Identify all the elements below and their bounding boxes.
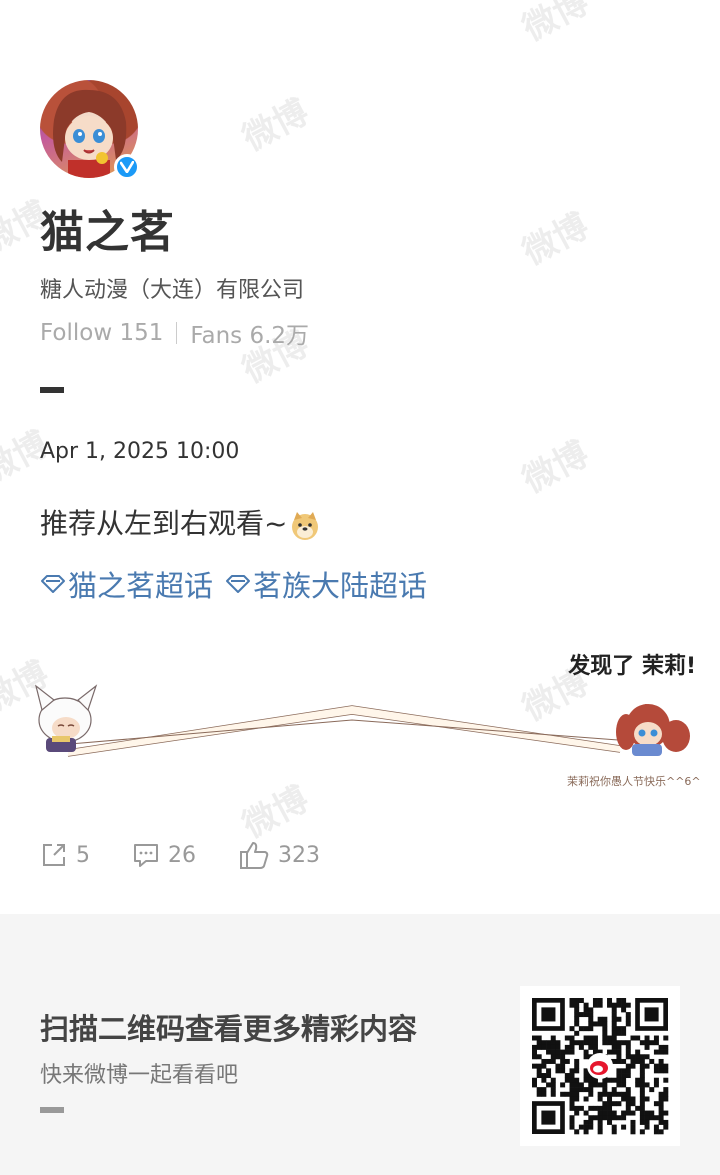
repost-count: 5 <box>76 842 90 868</box>
repost-button[interactable]: 5 <box>40 841 90 869</box>
qr-code[interactable] <box>520 986 680 1146</box>
profile-company: 糖人动漫（大连）有限公司 <box>40 278 305 303</box>
footer-divider-dash <box>40 1107 64 1113</box>
profile-stats: Follow 151 Fans 6.2万 <box>40 316 309 350</box>
stats-divider <box>176 322 178 344</box>
diamond-icon <box>41 575 65 593</box>
topic-tag[interactable]: 茗族大陆超话 <box>225 563 427 605</box>
doge-emoji-icon <box>292 512 319 540</box>
watermark: 微博 <box>516 0 596 50</box>
topic-tag-label: 猫之茗超话 <box>68 569 214 603</box>
like-count: 323 <box>278 842 320 868</box>
topic-tag[interactable]: 猫之茗超话 <box>40 563 213 605</box>
post-text: 推荐从左到右观看~ <box>40 502 321 542</box>
footer-panel: 扫描二维码查看更多精彩内容 快来微博一起看看吧 <box>0 914 720 1175</box>
thumbs-up-icon <box>240 842 269 869</box>
qr-code-image <box>532 998 669 1135</box>
illustration-caption: 发现了 茉莉! <box>568 654 696 679</box>
verified-badge-icon <box>114 154 140 180</box>
post-text-content: 推荐从左到右观看~ <box>40 507 288 540</box>
illustration-small-text: 茉莉祝你愚人节快乐^^6^ <box>567 775 701 788</box>
footer-title: 扫描二维码查看更多精彩内容 <box>40 1012 418 1046</box>
post-actions: 5 26 323 <box>40 840 362 870</box>
fans-count[interactable]: Fans 6.2万 <box>190 316 309 350</box>
footer-subtitle: 快来微博一起看看吧 <box>40 1063 239 1088</box>
topic-tags: 猫之茗超话 茗族大陆超话 <box>40 563 439 605</box>
comment-count: 26 <box>168 842 196 868</box>
divider-dash <box>40 387 64 393</box>
comment-button[interactable]: 26 <box>132 841 196 869</box>
post-date: Apr 1, 2025 10:00 <box>40 439 240 464</box>
like-button[interactable]: 323 <box>238 840 320 870</box>
watermark: 微博 <box>516 433 596 502</box>
watermark: 微博 <box>516 205 596 274</box>
watermark: 微博 <box>236 91 316 160</box>
right-character <box>616 704 690 756</box>
diamond-icon <box>226 575 251 593</box>
profile-name[interactable]: 猫之茗 <box>40 196 175 260</box>
topic-tag-label: 茗族大陆超话 <box>253 569 428 603</box>
repost-icon <box>43 844 65 866</box>
follow-count[interactable]: Follow 151 <box>40 320 163 346</box>
comment-icon <box>134 844 158 867</box>
